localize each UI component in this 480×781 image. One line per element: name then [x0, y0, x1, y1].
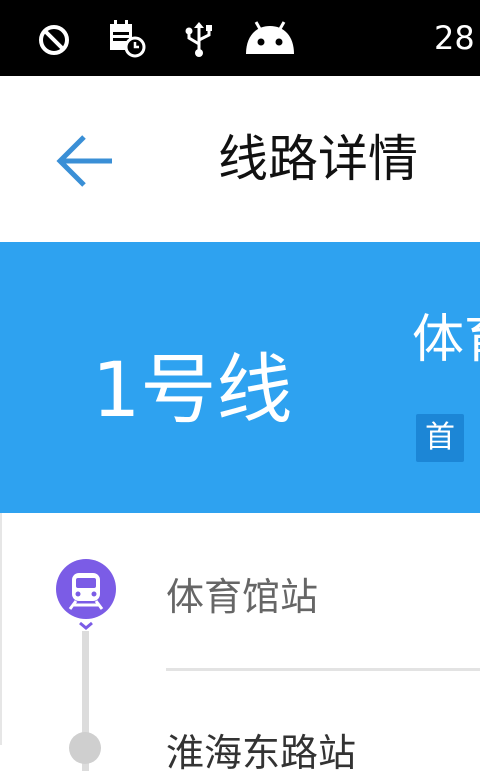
app-bar: 线路详情 — [0, 76, 480, 242]
status-bar: 28 — [0, 0, 480, 76]
usb-icon — [185, 22, 212, 57]
status-time: 28 — [434, 19, 475, 57]
calendar-clock-icon — [110, 20, 146, 58]
arrow-left-icon — [56, 135, 112, 187]
first-train-badge: 首 — [416, 414, 464, 462]
block-icon — [39, 25, 69, 55]
android-icon — [246, 21, 294, 54]
line-header: 1号线 体育 首 — [0, 242, 480, 513]
station-list: 体育馆站 淮海东路站 — [0, 513, 480, 775]
row-divider — [166, 668, 480, 671]
station-name[interactable]: 体育馆站 — [166, 569, 318, 625]
route-start-station: 体育 — [412, 310, 480, 370]
train-icon — [56, 559, 116, 630]
line-name: 1号线 — [92, 345, 293, 434]
station-dot — [69, 732, 101, 764]
back-button[interactable] — [50, 126, 120, 196]
station-name[interactable]: 淮海东路站 — [166, 725, 356, 781]
page-title: 线路详情 — [218, 130, 418, 188]
